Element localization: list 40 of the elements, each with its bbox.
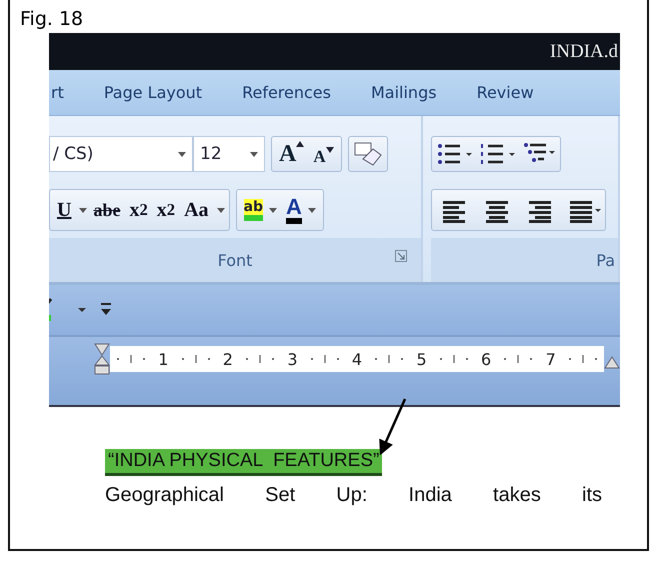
font-name-field[interactable]: / CS) <box>49 136 193 172</box>
ribbon-tab[interactable]: References <box>215 83 344 102</box>
format-button[interactable]: abe <box>90 200 124 220</box>
ribbon-tab[interactable]: rt <box>49 83 77 102</box>
down-triangle-icon <box>326 147 334 153</box>
ruler-number: 4 <box>352 350 362 368</box>
clear-formatting-button[interactable] <box>352 141 383 167</box>
ruler-number: 5 <box>416 350 427 368</box>
caret-icon[interactable] <box>269 208 278 212</box>
ruler-number: 6 <box>481 350 492 368</box>
paragraph-line: Geographical Set Up: India takes its <box>105 484 602 507</box>
eraser-icon <box>352 141 383 167</box>
caret-icon[interactable] <box>250 152 258 156</box>
format-button[interactable]: Aa <box>181 198 212 222</box>
indent-marker-icon[interactable] <box>94 343 110 375</box>
ruler-number: 3 <box>287 350 298 368</box>
ruler-number: 7 <box>546 350 556 368</box>
font-size-field[interactable]: 12 <box>193 136 265 172</box>
ribbon-tab[interactable]: Review <box>450 83 547 102</box>
dialog-launcher-icon[interactable] <box>395 250 407 262</box>
ruler-number: 1 <box>158 350 168 368</box>
ruler-ticks-icon <box>114 354 148 364</box>
up-triangle-icon <box>296 140 304 146</box>
ribbon-tab[interactable]: Page Layout <box>76 83 216 102</box>
window-title: INDIA.d <box>550 40 618 62</box>
font-color-button[interactable]: A <box>283 196 319 224</box>
caret-icon[interactable] <box>216 208 225 212</box>
grow-font-button[interactable]: A <box>276 140 308 168</box>
caret-icon[interactable] <box>77 307 87 313</box>
figure-caption: Fig. 18 <box>19 7 84 32</box>
group-label: Font <box>218 250 252 270</box>
shrink-font-button[interactable]: A <box>310 147 337 167</box>
ribbon-tab[interactable]: Mailings <box>344 83 450 102</box>
caret-icon[interactable] <box>178 152 186 156</box>
caret-icon[interactable] <box>79 208 88 212</box>
document-heading: “INDIA PHYSICAL FEATURES” <box>105 449 382 476</box>
caret-icon[interactable] <box>308 208 316 212</box>
ruler-number: 2 <box>222 350 233 368</box>
format-button[interactable]: U <box>54 198 74 222</box>
group-label: Pa <box>596 250 615 270</box>
